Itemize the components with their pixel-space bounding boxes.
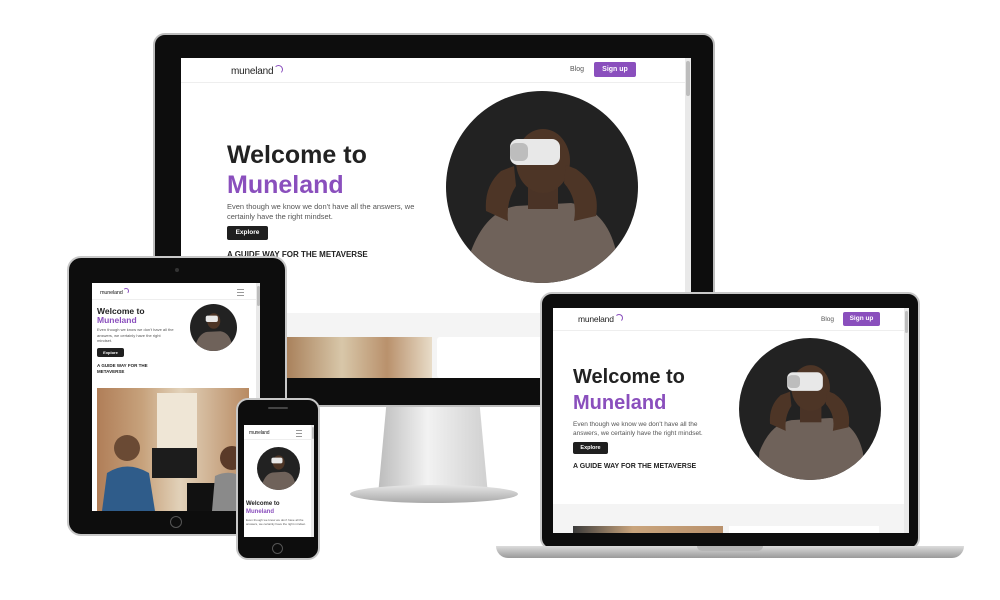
interview-photo	[102, 393, 249, 511]
laptop-notch	[697, 546, 763, 551]
tablet-camera	[175, 268, 179, 272]
logo-swoosh-icon	[122, 288, 129, 294]
tablet-home-button[interactable]	[170, 516, 182, 528]
logo-swoosh-icon	[274, 65, 284, 74]
laptop-logo[interactable]: muneland	[578, 314, 623, 324]
laptop-hero-subtitle: Even though we know we don't have all th…	[573, 421, 703, 437]
phone-hero-heading-line2: Muneland	[246, 509, 274, 515]
laptop-screen: muneland Blog Sign up Welcome to Munelan…	[553, 308, 909, 533]
logo-text: muneland	[100, 290, 123, 296]
laptop-navbar: muneland Blog Sign up	[553, 308, 909, 331]
desktop-hero-subtitle: Even though we know we don't have all th…	[227, 202, 415, 221]
monitor-stand-base	[350, 485, 518, 503]
phone-logo[interactable]: muneland	[249, 430, 270, 436]
hamburger-menu-icon[interactable]	[296, 430, 302, 439]
vr-headset-person-photo	[758, 365, 866, 480]
laptop-hero-heading-line2: Muneland	[573, 392, 667, 414]
tablet-explore-button[interactable]: Explore	[97, 348, 124, 357]
hamburger-menu-icon[interactable]	[237, 289, 244, 298]
tablet-scrollbar-thumb[interactable]	[256, 286, 260, 306]
phone-hero-heading-line1: Welcome to	[246, 501, 280, 507]
laptop-scrollbar[interactable]	[904, 308, 909, 533]
phone-screen: muneland Welcome to Muneland Even though…	[244, 425, 314, 537]
tablet-screen: muneland Welcome to Muneland Even though…	[92, 283, 260, 511]
tablet-hero-heading-line2: Muneland	[97, 315, 137, 325]
desktop-signup-button[interactable]: Sign up	[594, 62, 636, 77]
laptop-card-blank	[729, 526, 879, 533]
desktop-hero-image	[446, 91, 638, 283]
phone-scrollbar-thumb[interactable]	[311, 427, 314, 439]
tablet-hero-tagline: A GUIDE WAY FOR THE METAVERSE	[97, 363, 148, 374]
laptop-signup-button[interactable]: Sign up	[843, 312, 880, 326]
tablet-interview-photo	[97, 388, 249, 511]
phone-hero-subtitle: Even though we know we don't have all th…	[246, 518, 306, 526]
phone-home-button[interactable]	[272, 543, 283, 554]
phone-navbar: muneland	[244, 425, 314, 440]
logo-text: muneland	[249, 430, 270, 436]
vr-headset-person-photo	[469, 129, 620, 283]
laptop-scrollbar-thumb[interactable]	[905, 311, 908, 333]
monitor-stand-neck	[378, 400, 488, 495]
tablet-hero-subtitle: Even though we know we don't have all th…	[97, 327, 174, 343]
phone-speaker	[268, 407, 288, 409]
desktop-scrollbar-thumb[interactable]	[686, 61, 690, 96]
tablet-logo[interactable]: muneland	[100, 288, 129, 296]
desktop-card-photo	[282, 337, 432, 378]
laptop-explore-button[interactable]: Explore	[573, 442, 608, 454]
vr-headset-person-photo	[262, 455, 296, 490]
tablet-navbar: muneland	[92, 283, 260, 300]
logo-text: muneland	[578, 314, 614, 324]
desktop-logo[interactable]: muneland	[231, 65, 284, 77]
desktop-hero-heading-line2: Muneland	[227, 171, 344, 199]
laptop-hero-tagline: A GUIDE WAY FOR THE METAVERSE	[573, 463, 697, 470]
phone-scrollbar[interactable]	[311, 425, 314, 537]
desktop-blog-link[interactable]: Blog	[570, 66, 584, 73]
desktop-hero-heading-line1: Welcome to	[227, 141, 367, 169]
desktop-navbar: muneland Blog Sign up	[181, 58, 691, 83]
laptop-hero-heading-line1: Welcome to	[573, 366, 685, 388]
tablet-hero-image	[190, 304, 237, 351]
logo-swoosh-icon	[614, 314, 623, 322]
laptop-hero-image	[739, 338, 881, 480]
logo-text: muneland	[231, 66, 274, 77]
vr-headset-person-photo	[195, 313, 233, 351]
laptop-card-photo	[573, 526, 723, 533]
phone-hero-image	[257, 447, 300, 490]
laptop-lower-section	[553, 504, 909, 533]
laptop-blog-link[interactable]: Blog	[821, 316, 834, 323]
desktop-explore-button[interactable]: Explore	[227, 226, 268, 240]
